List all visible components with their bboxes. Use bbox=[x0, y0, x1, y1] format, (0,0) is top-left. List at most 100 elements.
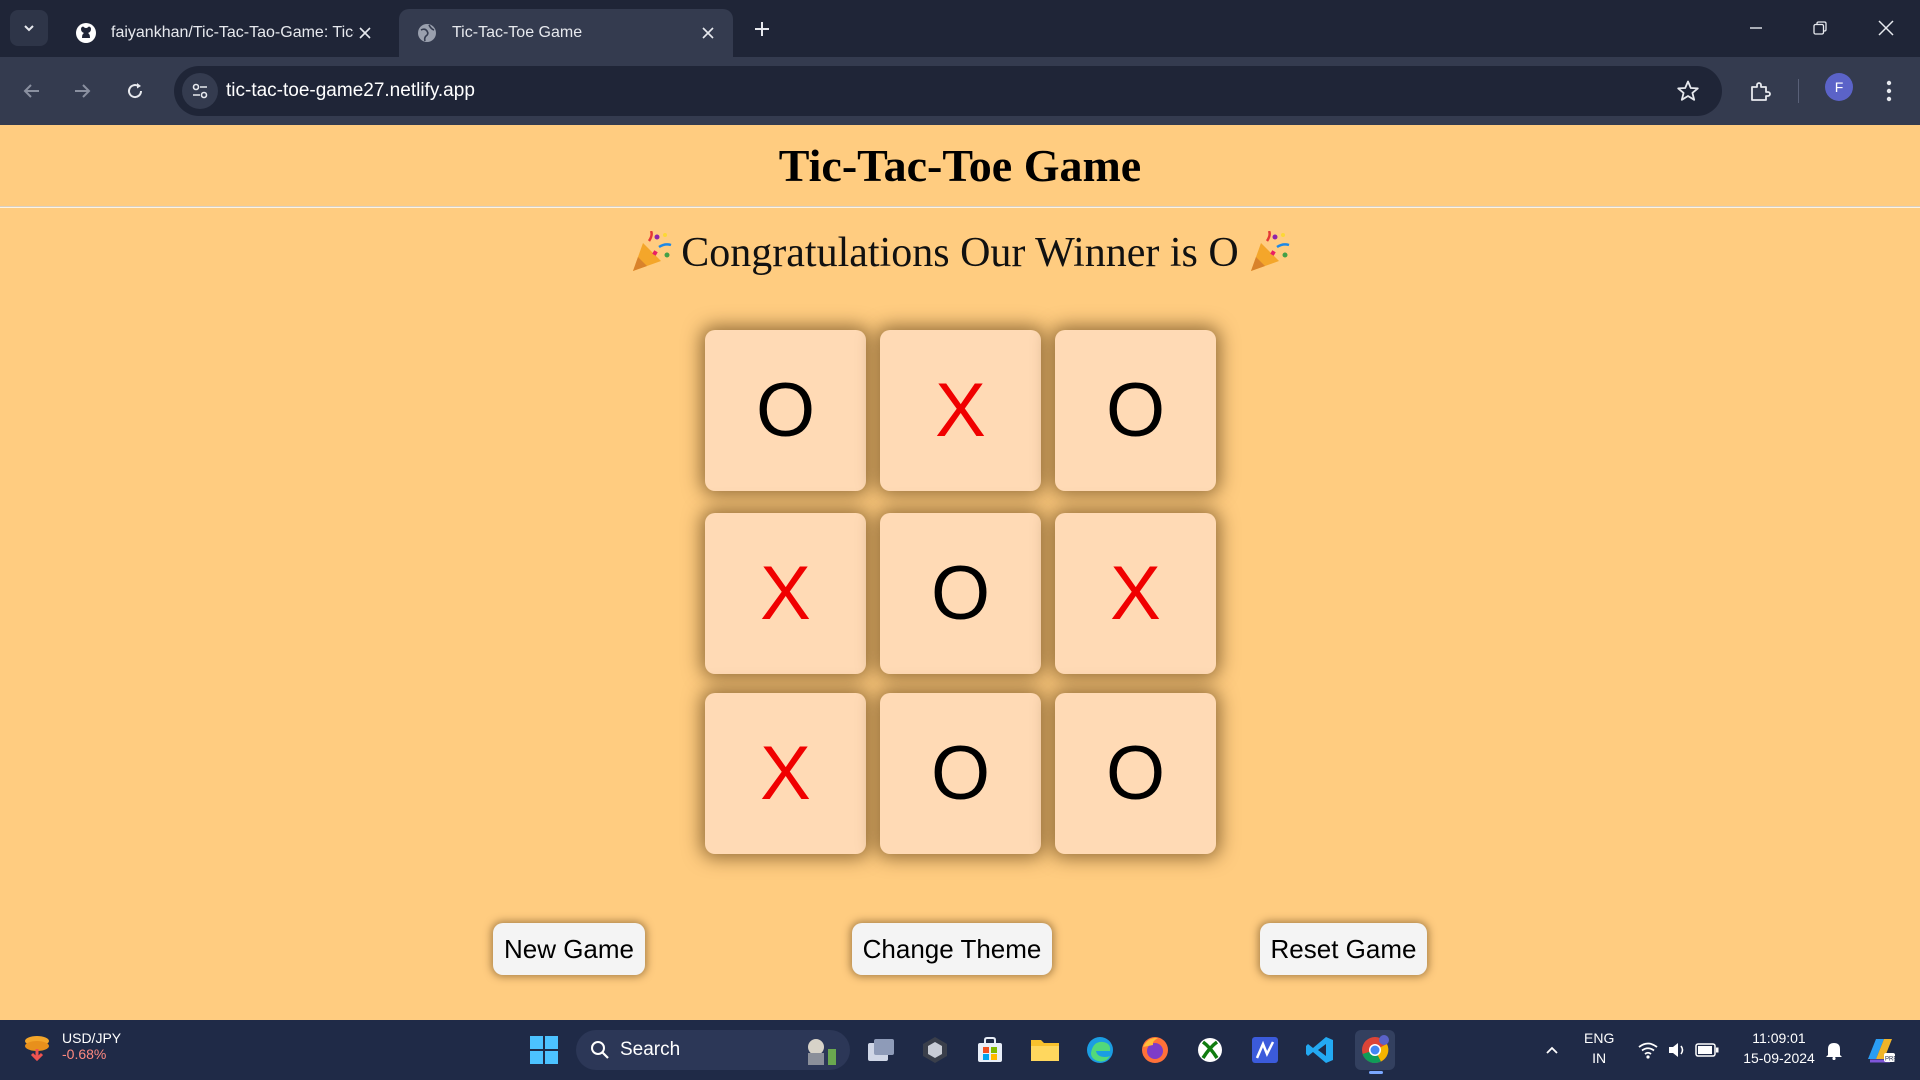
winner-message: Congratulations Our Winner is O bbox=[681, 230, 1239, 276]
new-game-button[interactable]: New Game bbox=[493, 923, 645, 975]
minimize-icon bbox=[1750, 27, 1762, 29]
search-icon bbox=[591, 1041, 609, 1059]
chrome-icon bbox=[1362, 1035, 1389, 1064]
forward-button[interactable] bbox=[64, 73, 100, 109]
url-text[interactable]: tic-tac-toe-game27.netlify.app bbox=[226, 80, 475, 102]
chevron-down-icon bbox=[24, 25, 34, 32]
minimize-button[interactable] bbox=[1734, 8, 1778, 48]
taskbar-search[interactable]: Search bbox=[576, 1030, 850, 1070]
extensions-button[interactable] bbox=[1742, 73, 1778, 109]
language-code: ENG bbox=[1584, 1030, 1615, 1046]
xbox-icon bbox=[1198, 1038, 1222, 1062]
quick-settings-button[interactable] bbox=[1626, 1030, 1730, 1070]
reload-icon bbox=[128, 83, 143, 99]
firefox-icon bbox=[1142, 1037, 1168, 1063]
reset-game-button[interactable]: Reset Game bbox=[1260, 923, 1427, 975]
board-cell[interactable]: X bbox=[880, 330, 1041, 491]
tab-title: faiyankhan/Tic-Tac-Tao-Game: Tic- bbox=[111, 24, 354, 41]
board-cell[interactable]: O bbox=[880, 693, 1041, 854]
board-cell[interactable]: X bbox=[705, 693, 866, 854]
app-icon-chrome[interactable] bbox=[1355, 1030, 1395, 1074]
new-tab-button[interactable] bbox=[744, 14, 780, 44]
party-popper-icon bbox=[633, 231, 672, 271]
taskbar: USD/JPY -0.68% Search ENG IN 11:09:01 15… bbox=[0, 1020, 1920, 1080]
clock[interactable]: 11:09:01 15-09-2024 bbox=[1736, 1028, 1822, 1068]
app-icon-vscode[interactable] bbox=[1300, 1030, 1340, 1070]
wifi-icon bbox=[1638, 1042, 1658, 1059]
notifications-button[interactable] bbox=[1814, 1030, 1854, 1070]
tab-search-button[interactable] bbox=[10, 10, 48, 46]
tab-tic-tac-toe[interactable]: Tic-Tac-Toe Game bbox=[399, 9, 733, 57]
copilot-icon: PRE bbox=[1868, 1039, 1896, 1063]
clock-time: 11:09:01 bbox=[1752, 1030, 1806, 1046]
task-view-button[interactable] bbox=[861, 1030, 901, 1070]
close-icon[interactable] bbox=[697, 22, 719, 44]
folder-icon bbox=[1031, 1040, 1059, 1061]
globe-icon bbox=[415, 21, 439, 45]
app-icon-file-explorer[interactable] bbox=[1025, 1030, 1065, 1070]
restore-icon bbox=[1813, 21, 1827, 35]
start-button[interactable] bbox=[524, 1030, 564, 1070]
clock-date: 15-09-2024 bbox=[1743, 1050, 1815, 1066]
board-cell[interactable]: O bbox=[1055, 693, 1216, 854]
toolbar-divider bbox=[1798, 79, 1799, 103]
edge-icon bbox=[1087, 1037, 1113, 1063]
party-popper-icon bbox=[1250, 231, 1290, 271]
reload-button[interactable] bbox=[117, 73, 153, 109]
search-highlight-icon bbox=[808, 1039, 836, 1065]
star-icon[interactable] bbox=[1676, 79, 1700, 103]
app-icon-edge[interactable] bbox=[1080, 1030, 1120, 1070]
board-cell[interactable]: O bbox=[705, 330, 866, 491]
github-icon bbox=[74, 21, 98, 45]
profile-avatar[interactable]: F bbox=[1825, 73, 1853, 101]
puzzle-icon bbox=[1751, 82, 1771, 101]
hexagon-app-icon bbox=[923, 1037, 947, 1063]
board-cell[interactable]: X bbox=[705, 513, 866, 674]
more-vert-icon bbox=[1886, 80, 1892, 102]
bell-icon bbox=[1826, 1043, 1842, 1060]
title-divider bbox=[0, 206, 1920, 208]
menu-button[interactable] bbox=[1871, 73, 1907, 109]
app-icon-store[interactable] bbox=[970, 1030, 1010, 1070]
svg-text:PRE: PRE bbox=[1885, 1057, 1896, 1063]
back-button[interactable] bbox=[14, 73, 50, 109]
region-code: IN bbox=[1592, 1050, 1607, 1066]
store-icon bbox=[978, 1037, 1002, 1062]
board-cell[interactable]: O bbox=[880, 513, 1041, 674]
editor-app-icon bbox=[1252, 1037, 1278, 1063]
arrow-left-icon bbox=[23, 84, 39, 98]
tab-github[interactable]: faiyankhan/Tic-Tac-Tao-Game: Tic- bbox=[58, 9, 390, 57]
app-icon-xbox[interactable] bbox=[1190, 1030, 1230, 1070]
windows-icon bbox=[530, 1036, 558, 1064]
close-window-button[interactable] bbox=[1864, 8, 1908, 48]
search-placeholder: Search bbox=[620, 1039, 681, 1060]
close-icon bbox=[1878, 20, 1894, 36]
language-indicator[interactable]: ENG IN bbox=[1584, 1028, 1614, 1068]
task-view-icon bbox=[868, 1039, 894, 1061]
game-board: O X O X O X X O O bbox=[705, 330, 1217, 876]
app-icon-editor[interactable] bbox=[1245, 1030, 1285, 1070]
ticker-symbol: USD/JPY bbox=[62, 1030, 122, 1046]
browser-toolbar: tic-tac-toe-game27.netlify.app F bbox=[0, 57, 1920, 125]
plus-icon bbox=[755, 22, 769, 36]
app-icon-obsidian[interactable] bbox=[915, 1030, 955, 1070]
winner-banner: Congratulations Our Winner is O bbox=[0, 229, 1920, 277]
address-bar[interactable]: tic-tac-toe-game27.netlify.app bbox=[174, 66, 1722, 116]
volume-icon bbox=[1669, 1043, 1684, 1057]
board-cell[interactable]: O bbox=[1055, 330, 1216, 491]
app-icon-firefox[interactable] bbox=[1135, 1030, 1175, 1070]
board-row: X O O bbox=[705, 693, 1217, 854]
chevron-up-icon bbox=[1546, 1046, 1558, 1054]
weather-widget[interactable]: USD/JPY -0.68% bbox=[22, 1030, 121, 1062]
tune-icon bbox=[192, 83, 208, 99]
tab-strip: faiyankhan/Tic-Tac-Tao-Game: Tic- Tic-Ta… bbox=[0, 0, 1920, 57]
restore-button[interactable] bbox=[1798, 8, 1842, 48]
arrow-right-icon bbox=[75, 84, 91, 98]
change-theme-button[interactable]: Change Theme bbox=[852, 923, 1052, 975]
board-cell[interactable]: X bbox=[1055, 513, 1216, 674]
site-info-button[interactable] bbox=[182, 73, 218, 109]
show-hidden-icons-button[interactable] bbox=[1532, 1030, 1572, 1070]
board-row: O X O bbox=[705, 330, 1217, 491]
close-icon[interactable] bbox=[354, 22, 376, 44]
copilot-button[interactable]: PRE bbox=[1860, 1030, 1900, 1070]
